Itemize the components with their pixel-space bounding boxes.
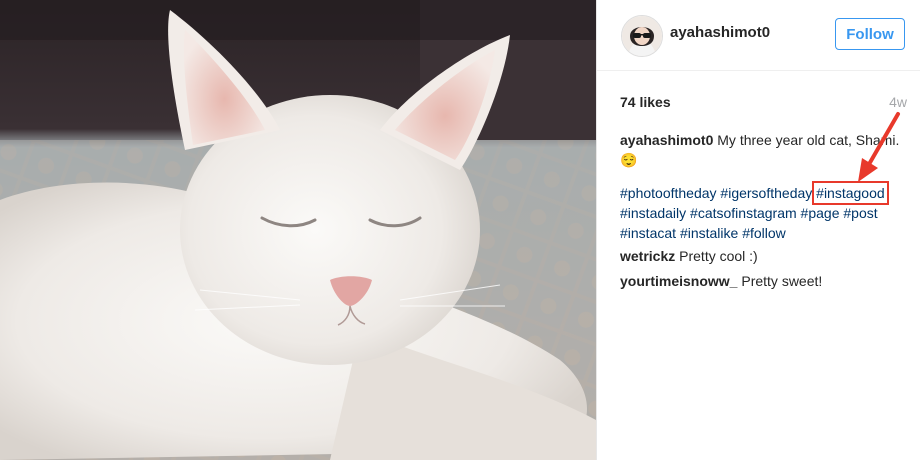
comment: yourtimeisnoww_ Pretty sweet! bbox=[620, 271, 822, 291]
comment-username[interactable]: wetrickz bbox=[620, 248, 675, 264]
hashtag[interactable]: #catsofinstagram bbox=[690, 205, 797, 221]
follow-button[interactable]: Follow bbox=[835, 18, 905, 50]
hashtag[interactable]: #page bbox=[801, 205, 840, 221]
comment-text: Pretty sweet! bbox=[737, 273, 823, 289]
avatar[interactable] bbox=[621, 15, 663, 57]
hashtag[interactable]: #post bbox=[843, 205, 877, 221]
hashtag-list: #photooftheday #igersoftheday #instagood… bbox=[620, 181, 915, 243]
post-header: ayahashimot0 Follow bbox=[597, 0, 920, 71]
hashtag[interactable]: #follow bbox=[742, 225, 786, 241]
comment-username[interactable]: yourtimeisnoww_ bbox=[620, 273, 737, 289]
avatar-image bbox=[622, 16, 662, 56]
hashtag[interactable]: #instacat bbox=[620, 225, 676, 241]
hashtag[interactable]: #instalike bbox=[680, 225, 738, 241]
post-photo[interactable] bbox=[0, 0, 596, 460]
hashtag[interactable]: #instadaily bbox=[620, 205, 686, 221]
post-username[interactable]: ayahashimot0 bbox=[670, 24, 770, 41]
comment: wetrickz Pretty cool :) bbox=[620, 246, 758, 266]
comment-text: Pretty cool :) bbox=[675, 248, 758, 264]
hashtag[interactable]: #igersoftheday bbox=[720, 185, 812, 201]
hashtag[interactable]: #photooftheday bbox=[620, 185, 717, 201]
likes-count[interactable]: 74 likes bbox=[620, 94, 671, 110]
arrow-icon bbox=[858, 112, 900, 182]
cat-photo-illustration bbox=[0, 0, 596, 460]
caption-username[interactable]: ayahashimot0 bbox=[620, 132, 713, 148]
post-details-panel: ayahashimot0 Follow 74 likes 4w ayahashi… bbox=[597, 0, 920, 460]
